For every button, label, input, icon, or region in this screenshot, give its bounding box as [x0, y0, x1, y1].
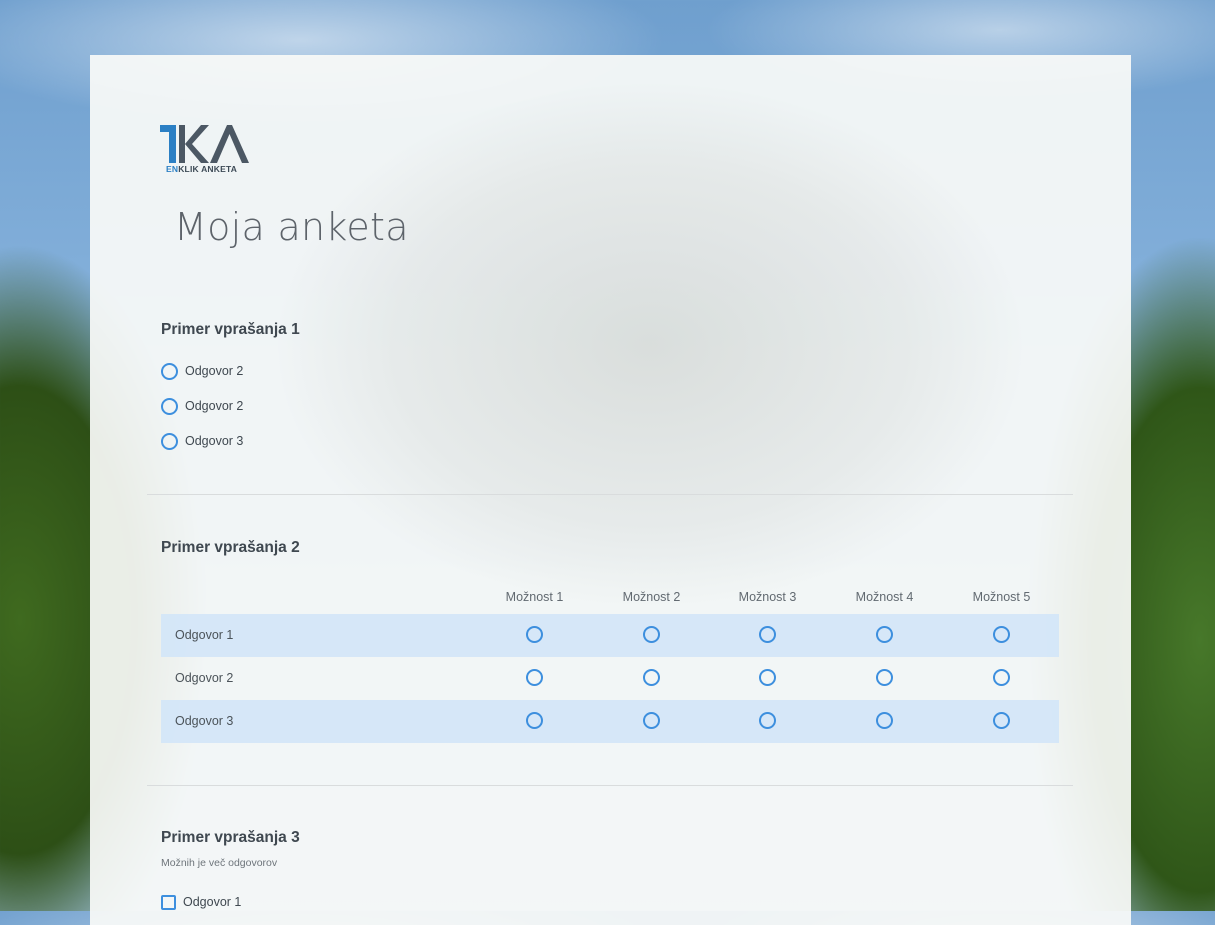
- page-title: Moja anketa: [174, 205, 409, 249]
- grid-cell-radio[interactable]: [759, 712, 776, 729]
- radio-icon[interactable]: [759, 712, 776, 729]
- question-divider: [147, 494, 1073, 495]
- radio-icon[interactable]: [993, 669, 1010, 686]
- grid-cell-radio[interactable]: [643, 669, 660, 686]
- grid-row-label: Odgovor 2: [175, 671, 234, 685]
- question-1-option-3[interactable]: Odgovor 3: [161, 432, 243, 450]
- radio-icon[interactable]: [993, 712, 1010, 729]
- option-label: Odgovor 2: [185, 364, 244, 378]
- grid-cell-radio[interactable]: [643, 712, 660, 729]
- radio-icon[interactable]: [876, 626, 893, 643]
- grid-header: Možnost 1 Možnost 2 Možnost 3 Možnost 4 …: [161, 583, 1059, 614]
- logo-text-suffix: KLIK ANKETA: [178, 164, 238, 174]
- grid-cell-radio[interactable]: [526, 626, 543, 643]
- question-2-title: Primer vprašanja 2: [161, 539, 300, 556]
- radio-icon[interactable]: [993, 626, 1010, 643]
- question-1-option-1[interactable]: Odgovor 2: [161, 362, 243, 380]
- radio-icon[interactable]: [161, 397, 178, 415]
- radio-icon[interactable]: [526, 669, 543, 686]
- grid-cell-radio[interactable]: [876, 712, 893, 729]
- radio-icon[interactable]: [161, 432, 178, 450]
- grid-cell-radio[interactable]: [759, 669, 776, 686]
- grid-cell-radio[interactable]: [759, 626, 776, 643]
- grid-column-1: Možnost 1: [505, 590, 564, 604]
- radio-icon[interactable]: [643, 712, 660, 729]
- grid-column-4: Možnost 4: [855, 590, 914, 604]
- option-label: Odgovor 1: [183, 895, 242, 909]
- grid-row-3: Odgovor 3: [161, 700, 1059, 743]
- grid-cell-radio[interactable]: [876, 626, 893, 643]
- grid-row-1: Odgovor 1: [161, 614, 1059, 657]
- radio-icon[interactable]: [526, 712, 543, 729]
- logo-text: ENKLIK ANKETA: [166, 164, 237, 174]
- checkbox-icon[interactable]: [161, 894, 176, 910]
- option-label: Odgovor 3: [185, 434, 244, 448]
- radio-icon[interactable]: [759, 626, 776, 643]
- survey-card: ENKLIK ANKETA Moja anketa Primer vprašan…: [90, 55, 1131, 925]
- grid-column-3: Možnost 3: [738, 590, 797, 604]
- question-3-option-1[interactable]: Odgovor 1: [161, 893, 241, 911]
- grid-row-label: Odgovor 1: [175, 628, 234, 642]
- radio-icon[interactable]: [643, 626, 660, 643]
- question-1-title: Primer vprašanja 1: [161, 321, 300, 338]
- grid-cell-radio[interactable]: [876, 669, 893, 686]
- grid-cell-radio[interactable]: [993, 669, 1010, 686]
- grid-column-2: Možnost 2: [622, 590, 681, 604]
- grid-cell-radio[interactable]: [993, 626, 1010, 643]
- grid-cell-radio[interactable]: [643, 626, 660, 643]
- grid-column-5: Možnost 5: [972, 590, 1031, 604]
- question-1-option-2[interactable]: Odgovor 2: [161, 397, 243, 415]
- radio-icon[interactable]: [643, 669, 660, 686]
- option-label: Odgovor 2: [185, 399, 244, 413]
- radio-icon[interactable]: [759, 669, 776, 686]
- grid-cell-radio[interactable]: [526, 669, 543, 686]
- grid-cell-radio[interactable]: [526, 712, 543, 729]
- question-3-hint: Možnih je več odgovorov: [161, 857, 278, 869]
- logo-mark-icon: [160, 125, 249, 163]
- question-divider: [147, 785, 1073, 786]
- radio-icon[interactable]: [161, 362, 178, 380]
- radio-icon[interactable]: [876, 669, 893, 686]
- grid-row-label: Odgovor 3: [175, 714, 234, 728]
- grid-cell-radio[interactable]: [993, 712, 1010, 729]
- radio-icon[interactable]: [526, 626, 543, 643]
- question-2-grid: Možnost 1 Možnost 2 Možnost 3 Možnost 4 …: [161, 583, 1059, 743]
- radio-icon[interactable]: [876, 712, 893, 729]
- logo: ENKLIK ANKETA: [160, 123, 254, 175]
- grid-row-2: Odgovor 2: [161, 657, 1059, 700]
- question-3-title: Primer vprašanja 3: [161, 829, 300, 846]
- logo-text-prefix: EN: [166, 164, 179, 174]
